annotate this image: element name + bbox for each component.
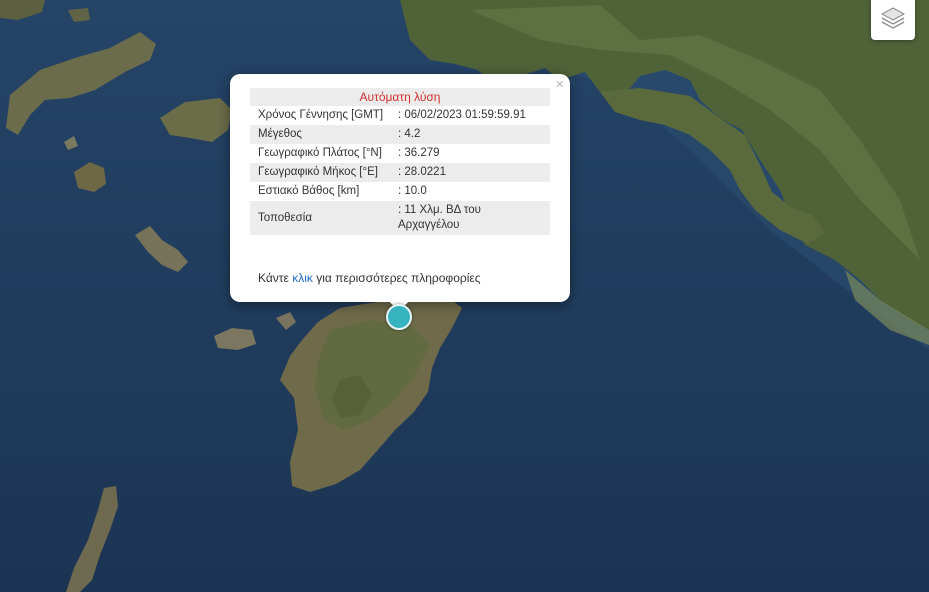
latitude-label: Γεωγραφικό Πλάτος [°N]: [258, 147, 382, 159]
layers-control-button[interactable]: [871, 0, 915, 40]
more-info-line: Κάντε κλικ για περισσότερες πληροφορίες: [258, 271, 481, 285]
depth-label: Εστιακό Βάθος [km]: [258, 185, 360, 197]
earthquake-marker[interactable]: [386, 304, 412, 330]
longitude-value: : 28.0221: [392, 163, 550, 182]
earthquake-info-table: Χρόνος Γέννησης [GMT] : 06/02/2023 01:59…: [250, 106, 550, 235]
magnitude-label: Μέγεθος: [250, 125, 392, 144]
magnitude-value: : 4.2: [392, 125, 550, 144]
more-info-prefix: Κάντε: [258, 271, 293, 285]
origin-time-label: Χρόνος Γέννησης [GMT]: [258, 109, 384, 121]
info-row-longitude: Γεωγραφικό Μήκος [°E] : 28.0221: [250, 163, 550, 182]
info-row-depth: Εστιακό Βάθος [km] : 10.0: [250, 182, 550, 201]
longitude-label: Γεωγραφικό Μήκος [°E]: [250, 163, 392, 182]
depth-value: : 10.0: [398, 185, 427, 197]
popup-title: Αυτόματη λύση: [250, 88, 550, 106]
info-row-latitude: Γεωγραφικό Πλάτος [°N] : 36.279: [250, 144, 550, 163]
more-info-link[interactable]: κλικ: [292, 271, 313, 285]
info-row-location: Τοποθεσία : 11 Χλμ. ΒΔ του Αρχαγγέλου: [250, 201, 550, 235]
earthquake-popup: × Αυτόματη λύση Χρόνος Γέννησης [GMT] : …: [230, 74, 570, 302]
layers-icon: [880, 5, 906, 36]
location-value: : 11 Χλμ. ΒΔ του Αρχαγγέλου: [392, 201, 550, 235]
location-label: Τοποθεσία: [250, 201, 392, 235]
origin-time-value: : 06/02/2023 01:59:59.91: [398, 109, 526, 121]
close-popup-button[interactable]: ×: [555, 77, 564, 93]
info-row-origin-time: Χρόνος Γέννησης [GMT] : 06/02/2023 01:59…: [250, 106, 550, 125]
more-info-suffix: για περισσότερες πληροφορίες: [312, 271, 481, 285]
info-row-magnitude: Μέγεθος : 4.2: [250, 125, 550, 144]
latitude-value: : 36.279: [398, 147, 440, 159]
